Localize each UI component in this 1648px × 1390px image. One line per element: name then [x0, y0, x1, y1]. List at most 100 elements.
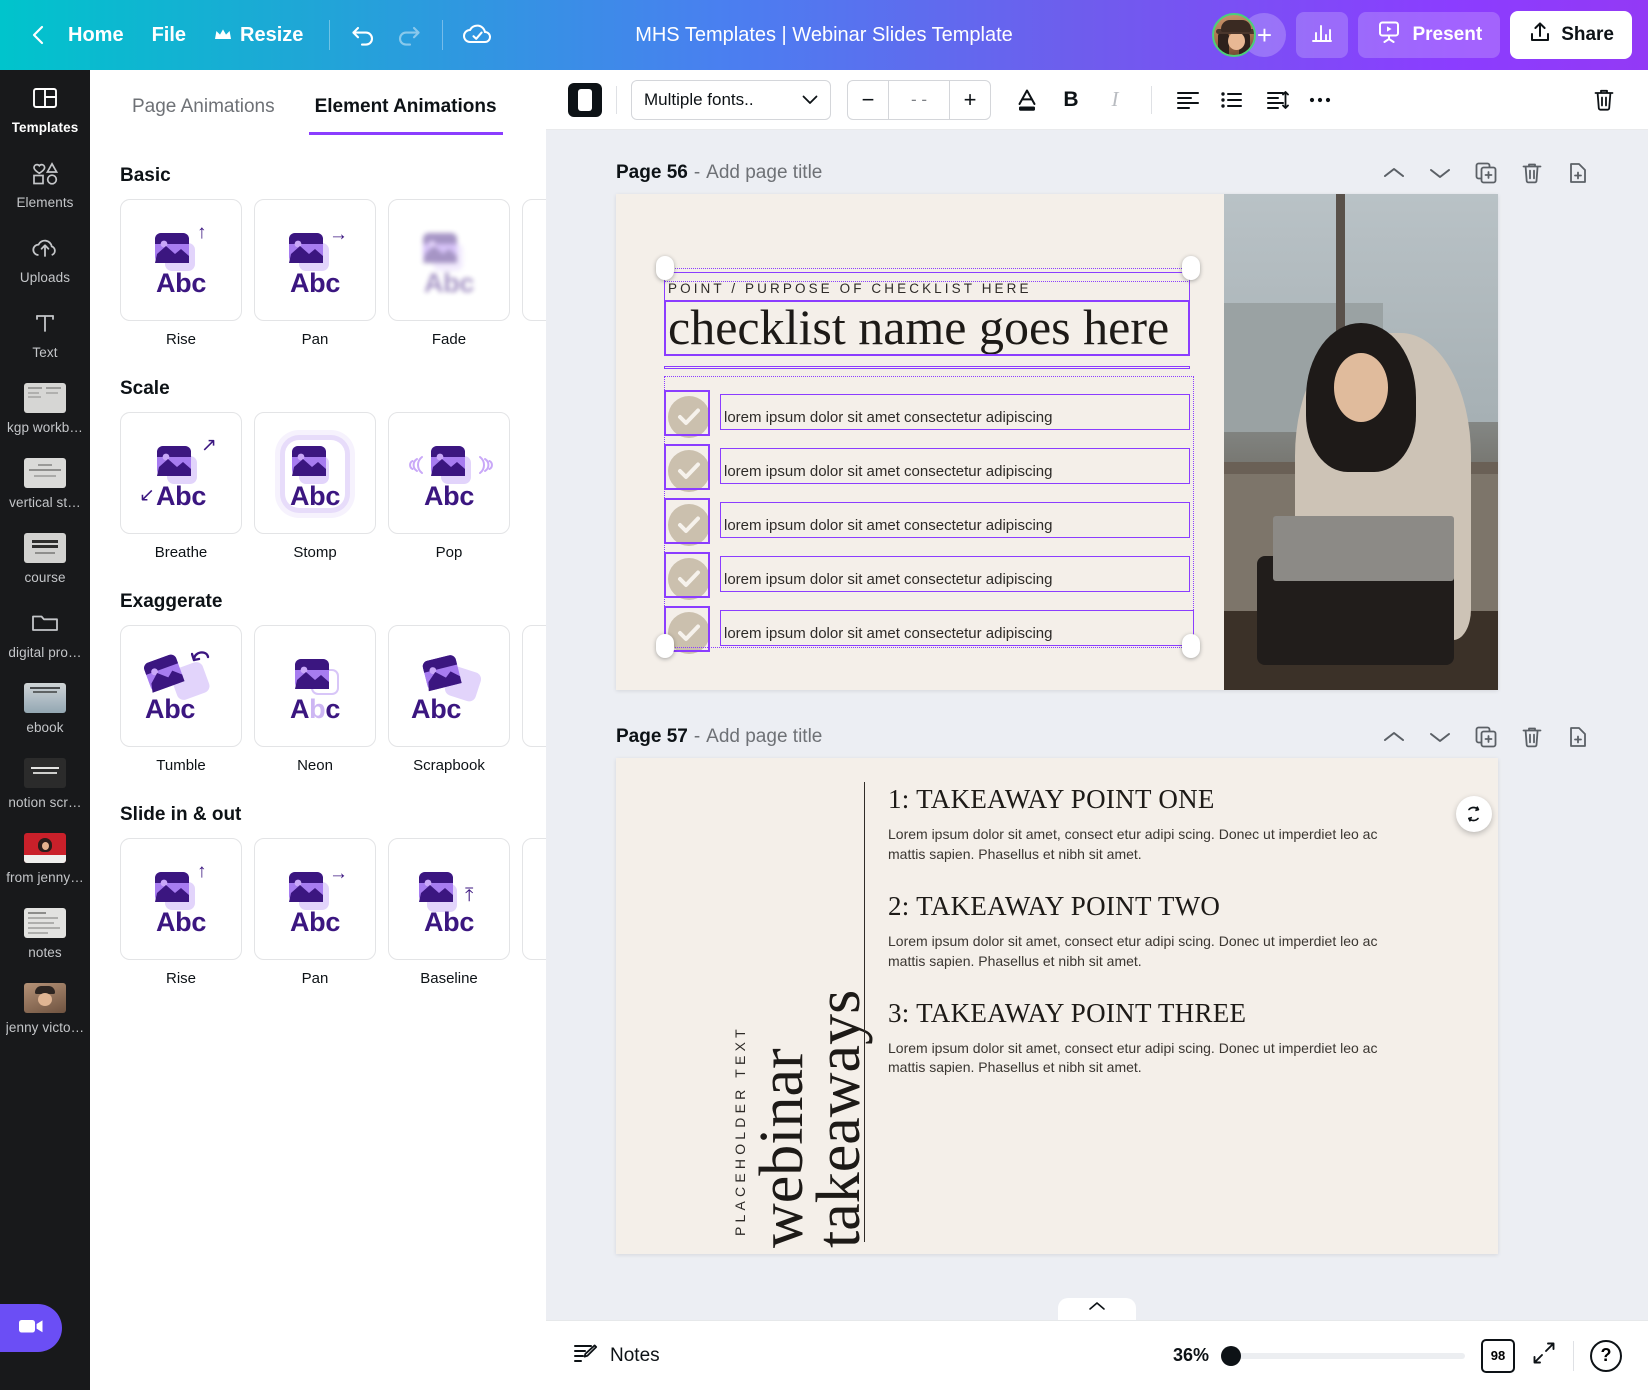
sidebar-item-notion-screenshot[interactable]: notion scr…	[0, 745, 90, 820]
list-item-text[interactable]: lorem ipsum dolor sit amet consectetur a…	[724, 409, 1052, 426]
list-item-text[interactable]: lorem ipsum dolor sit amet consectetur a…	[724, 571, 1052, 588]
animation-rise[interactable]: ↑ Abc	[120, 199, 242, 321]
font-size-increase-button[interactable]: +	[950, 81, 990, 119]
stats-button[interactable]	[1296, 12, 1349, 58]
list-item-text[interactable]: lorem ipsum dolor sit amet consectetur a…	[724, 463, 1052, 480]
help-button[interactable]: ?	[1590, 1339, 1622, 1372]
zoom-slider-knob[interactable]	[1221, 1345, 1241, 1366]
add-page-icon[interactable]	[1566, 161, 1590, 185]
move-up-icon[interactable]	[1382, 725, 1406, 749]
animation-tumble[interactable]: Abc	[120, 625, 242, 747]
sidebar-item-course[interactable]: course	[0, 520, 90, 595]
sidebar-item-from-jenny[interactable]: from jenny…	[0, 820, 90, 895]
line-spacing-icon[interactable]	[1254, 78, 1298, 122]
animation-stomp[interactable]: Abc	[254, 412, 376, 534]
duplicate-page-icon[interactable]	[1474, 725, 1498, 749]
notes-button[interactable]: Notes	[572, 1340, 660, 1372]
list-item-text[interactable]: lorem ipsum dolor sit amet consectetur a…	[724, 625, 1052, 642]
slide57-vertical-title[interactable]: webinar takeaways	[748, 758, 873, 1248]
takeaway-body[interactable]: Lorem ipsum dolor sit amet, consect etur…	[888, 1039, 1418, 1079]
resize-handle-bottom-left[interactable]	[656, 634, 674, 658]
move-down-icon[interactable]	[1428, 725, 1452, 749]
sidebar-item-vertical-story[interactable]: vertical st…	[0, 445, 90, 520]
takeaway-heading[interactable]: 1: TAKEAWAY POINT ONE	[888, 784, 1418, 815]
sidebar-item-ebook[interactable]: ebook	[0, 670, 90, 745]
list-item[interactable]: lorem ipsum dolor sit amet consectetur a…	[668, 444, 1198, 498]
sidebar-item-elements[interactable]: Elements	[0, 145, 90, 220]
avatar[interactable]	[1212, 13, 1257, 57]
bold-button[interactable]: B	[1049, 78, 1093, 122]
rotate-handle-icon[interactable]	[1456, 796, 1492, 832]
slide-page-56[interactable]: POINT / PURPOSE OF CHECKLIST HERE checkl…	[616, 194, 1498, 690]
zoom-slider[interactable]	[1221, 1345, 1465, 1366]
font-size-decrease-button[interactable]: −	[848, 81, 888, 119]
resize-menu[interactable]: Resize	[200, 16, 317, 55]
list-item[interactable]: lorem ipsum dolor sit amet consectetur a…	[668, 552, 1198, 606]
takeaway-heading[interactable]: 3: TAKEAWAY POINT THREE	[888, 998, 1418, 1029]
add-page-icon[interactable]	[1566, 725, 1590, 749]
present-button[interactable]: Present	[1358, 12, 1501, 58]
collapse-panel-button[interactable]	[1058, 1298, 1136, 1320]
animation-neon[interactable]: Abc	[254, 625, 376, 747]
sidebar-item-notes[interactable]: notes	[0, 895, 90, 970]
animation-slide-pan[interactable]: → Abc	[254, 838, 376, 960]
page-title-placeholder[interactable]: Add page title	[706, 726, 822, 748]
more-dots-icon[interactable]	[1298, 78, 1342, 122]
slide-photo[interactable]	[1224, 194, 1498, 690]
sidebar-item-uploads[interactable]: Uploads	[0, 220, 90, 295]
sidebar-item-kgp-workbook[interactable]: kgp workb…	[0, 370, 90, 445]
delete-element-button[interactable]	[1582, 78, 1626, 122]
delete-page-icon[interactable]	[1520, 725, 1544, 749]
tab-element-animations[interactable]: Element Animations	[308, 88, 503, 135]
move-down-icon[interactable]	[1428, 161, 1452, 185]
resize-handle-top-left[interactable]	[656, 256, 674, 280]
undo-icon[interactable]	[342, 13, 386, 57]
animation-slide-rise[interactable]: ↑ Abc	[120, 838, 242, 960]
page-count-button[interactable]: 98	[1481, 1338, 1515, 1373]
delete-page-icon[interactable]	[1520, 161, 1544, 185]
share-button[interactable]: Share	[1510, 11, 1632, 59]
animation-pop[interactable]: Abc	[388, 412, 510, 534]
slide-page-57[interactable]: PLACEHOLDER TEXT webinar takeaways 1: TA…	[616, 758, 1498, 1254]
tab-page-animations[interactable]: Page Animations	[126, 88, 281, 135]
font-size-input[interactable]: - -	[888, 80, 950, 119]
shape-color-button[interactable]	[568, 82, 602, 117]
move-up-icon[interactable]	[1382, 161, 1406, 185]
cloud-saved-icon[interactable]	[455, 13, 499, 57]
takeaway-body[interactable]: Lorem ipsum dolor sit amet, consect etur…	[888, 825, 1418, 865]
sidebar-item-templates[interactable]: Templates	[0, 70, 90, 145]
takeaway-heading[interactable]: 2: TAKEAWAY POINT TWO	[888, 891, 1418, 922]
animation-breathe[interactable]: ↗ ↙ Abc	[120, 412, 242, 534]
animation-baseline[interactable]: ⤒ Abc	[388, 838, 510, 960]
font-family-select[interactable]: Multiple fonts..	[631, 79, 831, 120]
back-button[interactable]	[24, 20, 54, 50]
list-item-text[interactable]: lorem ipsum dolor sit amet consectetur a…	[724, 517, 1052, 534]
record-yourself-button[interactable]	[0, 1304, 62, 1352]
duplicate-page-icon[interactable]	[1474, 161, 1498, 185]
sidebar-item-text[interactable]: Text	[0, 295, 90, 370]
redo-icon[interactable]	[386, 13, 430, 57]
list-item[interactable]: lorem ipsum dolor sit amet consectetur a…	[668, 498, 1198, 552]
slide-eyebrow[interactable]: POINT / PURPOSE OF CHECKLIST HERE	[668, 281, 1178, 296]
file-menu[interactable]: File	[138, 16, 200, 55]
expand-icon[interactable]	[1531, 1340, 1557, 1371]
animation-pan[interactable]: → Abc	[254, 199, 376, 321]
resize-handle-bottom-right[interactable]	[1182, 634, 1200, 658]
animation-scrapbook[interactable]: Abc	[388, 625, 510, 747]
slide57-vertical-eyebrow[interactable]: PLACEHOLDER TEXT	[732, 776, 748, 1236]
home-menu[interactable]: Home	[54, 16, 138, 55]
slide-heading[interactable]: checklist name goes here	[668, 301, 1178, 354]
pages-scroll-area[interactable]: Page 56 - Add page title POINT / PURPOSE…	[546, 130, 1648, 1310]
page-title-placeholder[interactable]: Add page title	[706, 162, 822, 184]
animation-more[interactable]	[522, 838, 546, 960]
align-left-icon[interactable]	[1166, 78, 1210, 122]
resize-handle-top-right[interactable]	[1182, 256, 1200, 280]
animation-more[interactable]	[522, 625, 546, 747]
animation-fade[interactable]: Abc	[388, 199, 510, 321]
sidebar-item-jenny-victoria[interactable]: jenny victo…	[0, 970, 90, 1045]
italic-button[interactable]: I	[1093, 78, 1137, 122]
sidebar-item-digital-products[interactable]: digital pro…	[0, 595, 90, 670]
text-color-a-icon[interactable]	[1005, 78, 1049, 122]
animation-more[interactable]	[522, 199, 546, 321]
bullet-list-icon[interactable]	[1210, 78, 1254, 122]
